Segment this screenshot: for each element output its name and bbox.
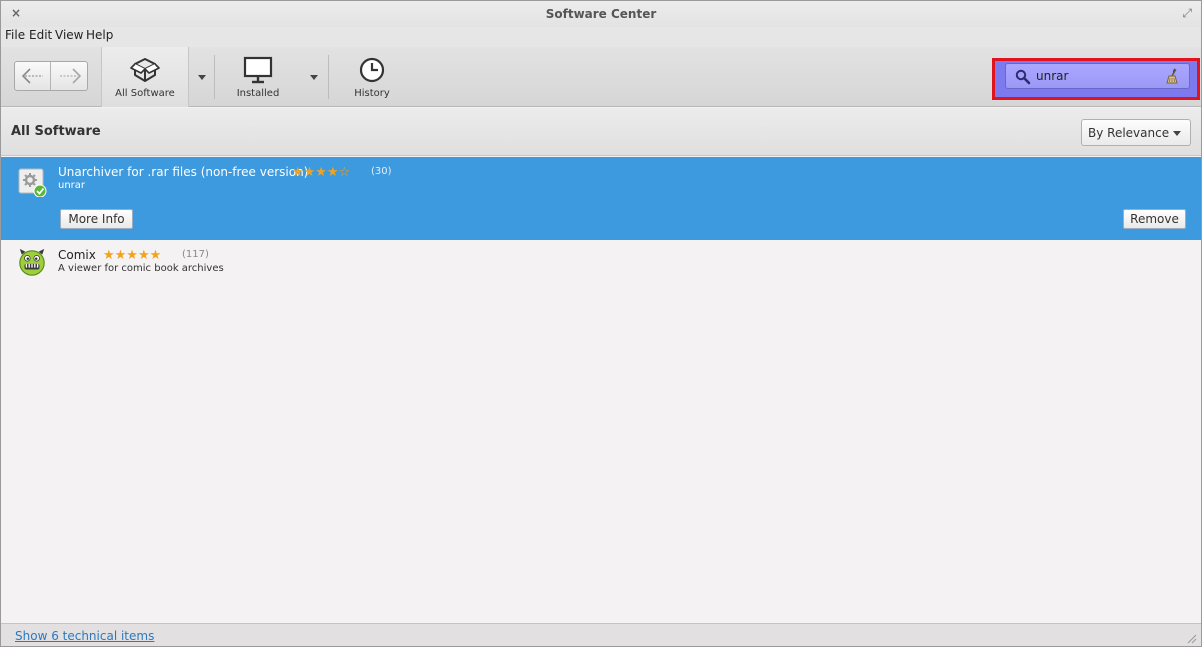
list-item[interactable]: Comix ★★★★★ (117) A viewer for comic boo… bbox=[1, 240, 1201, 282]
sort-select-value: By Relevance bbox=[1088, 126, 1170, 140]
app-name: Unarchiver for .rar files (non-free vers… bbox=[58, 165, 309, 179]
tab-installed[interactable]: Installed bbox=[215, 47, 301, 107]
package-box-icon bbox=[130, 58, 160, 82]
tab-all-software[interactable]: All Software bbox=[101, 47, 189, 107]
section-title: All Software bbox=[11, 124, 101, 139]
tab-installed-label: Installed bbox=[236, 88, 280, 99]
search-value: unrar bbox=[1036, 69, 1069, 83]
software-center-window: × Software Center ⤢ File Edit View Help bbox=[0, 0, 1202, 647]
rating-stars: ★★★★★ bbox=[103, 248, 162, 263]
clock-icon bbox=[359, 57, 385, 83]
menu-file[interactable]: File bbox=[5, 28, 25, 42]
monitor-icon bbox=[243, 56, 273, 84]
rating-count: (30) bbox=[371, 166, 392, 177]
status-bar: Show 6 technical items bbox=[1, 623, 1201, 646]
menu-edit[interactable]: Edit bbox=[29, 28, 52, 42]
show-technical-items-link[interactable]: Show 6 technical items bbox=[15, 629, 154, 643]
package-settings-icon bbox=[18, 168, 47, 197]
rating-stars: ★★★★☆ bbox=[292, 165, 351, 180]
forward-button[interactable] bbox=[52, 62, 88, 90]
title-bar: × Software Center ⤢ bbox=[1, 1, 1201, 27]
rating-count: (117) bbox=[182, 249, 209, 260]
app-summary: unrar bbox=[58, 180, 86, 191]
all-software-dropdown-button[interactable] bbox=[189, 47, 215, 107]
window-title: Software Center bbox=[545, 7, 657, 21]
chevron-down-icon bbox=[1173, 131, 1181, 136]
back-button[interactable] bbox=[15, 62, 51, 90]
search-input[interactable]: unrar bbox=[1005, 63, 1190, 89]
list-item[interactable]: Unarchiver for .rar files (non-free vers… bbox=[1, 157, 1201, 240]
remove-button[interactable]: Remove bbox=[1123, 209, 1186, 229]
resize-grip-icon[interactable] bbox=[1185, 632, 1197, 644]
menu-view[interactable]: View bbox=[55, 28, 83, 42]
app-summary: A viewer for comic book archives bbox=[58, 263, 224, 274]
maximize-icon[interactable]: ⤢ bbox=[1182, 6, 1192, 21]
tab-history-label: History bbox=[354, 88, 390, 99]
forward-arrow-icon bbox=[60, 68, 82, 84]
more-info-button[interactable]: More Info bbox=[60, 209, 133, 229]
installed-dropdown-button[interactable] bbox=[301, 47, 327, 107]
section-header: All Software bbox=[1, 108, 1201, 156]
tab-all-software-label: All Software bbox=[115, 88, 175, 99]
navigation-buttons bbox=[14, 61, 88, 91]
chevron-down-icon bbox=[310, 74, 318, 80]
search-icon bbox=[1015, 69, 1031, 85]
chevron-down-icon bbox=[198, 74, 206, 80]
sort-select[interactable]: By Relevance bbox=[1081, 119, 1191, 146]
menu-bar: File Edit View Help bbox=[1, 27, 1201, 47]
back-arrow-icon bbox=[21, 68, 43, 84]
results-list: Unarchiver for .rar files (non-free vers… bbox=[1, 157, 1201, 623]
clear-search-icon[interactable] bbox=[1165, 68, 1179, 84]
app-name: Comix bbox=[58, 248, 96, 262]
comix-monster-icon bbox=[19, 248, 45, 276]
menu-help[interactable]: Help bbox=[86, 28, 113, 42]
tab-history[interactable]: History bbox=[329, 47, 415, 107]
